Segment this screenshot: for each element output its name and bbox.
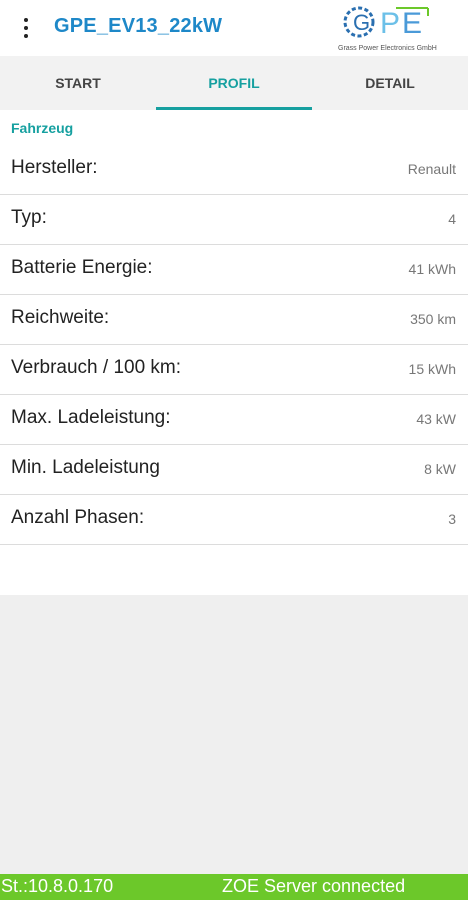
row-anzahl-phasen: Anzahl Phasen: 3 xyxy=(0,495,468,545)
row-value: 4 xyxy=(448,211,456,227)
row-value: 8 kW xyxy=(424,461,456,477)
row-verbrauch: Verbrauch / 100 km: 15 kWh xyxy=(0,345,468,395)
tab-detail[interactable]: DETAIL xyxy=(312,56,468,110)
connection-status: ZOE Server connected xyxy=(222,876,406,896)
row-value: 15 kWh xyxy=(408,361,456,377)
row-label: Typ: xyxy=(11,207,47,228)
logo-subtitle: Grass Power Electronics GmbH xyxy=(338,45,437,52)
status-bar: St.:10.8.0.170 ZOE Server connected xyxy=(0,874,468,900)
row-label: Verbrauch / 100 km: xyxy=(11,357,182,378)
row-hersteller: Hersteller: Renault xyxy=(0,145,468,195)
row-value: 41 kWh xyxy=(408,261,456,277)
row-label: Min. Ladeleistung xyxy=(11,457,160,478)
station-ip: St.:10.8.0.170 xyxy=(1,876,114,896)
row-batterie-energie: Batterie Energie: 41 kWh xyxy=(0,245,468,295)
row-min-ladeleistung: Min. Ladeleistung 8 kW xyxy=(0,445,468,495)
row-label: Max. Ladeleistung: xyxy=(11,407,171,428)
svg-text:P: P xyxy=(380,7,400,40)
app-title: GPE_EV13_22kW xyxy=(54,15,223,37)
svg-text:E: E xyxy=(402,7,422,40)
row-max-ladeleistung: Max. Ladeleistung: 43 kW xyxy=(0,395,468,445)
row-value: 3 xyxy=(448,511,456,527)
row-label: Hersteller: xyxy=(11,157,98,178)
tab-start[interactable]: START xyxy=(0,56,156,110)
app-bar: GPE_EV13_22kW G P E Grass Power Electron… xyxy=(0,0,468,56)
row-value: 350 km xyxy=(410,311,456,327)
profile-panel: Fahrzeug Hersteller: Renault Typ: 4 Batt… xyxy=(0,110,468,595)
row-label: Reichweite: xyxy=(11,307,110,328)
row-typ: Typ: 4 xyxy=(0,195,468,245)
row-value: Renault xyxy=(407,161,456,177)
row-label: Batterie Energie: xyxy=(11,257,153,278)
row-label: Anzahl Phasen: xyxy=(11,507,145,528)
svg-text:G: G xyxy=(353,10,370,35)
tab-bar: START PROFIL DETAIL xyxy=(0,56,468,110)
gpe-logo: G P E Grass Power Electronics GmbH xyxy=(338,6,437,52)
row-value: 43 kW xyxy=(416,411,456,427)
section-title: Fahrzeug xyxy=(11,120,74,136)
overflow-menu-icon[interactable] xyxy=(14,14,38,42)
row-reichweite: Reichweite: 350 km xyxy=(0,295,468,345)
tab-profil[interactable]: PROFIL xyxy=(156,56,312,110)
